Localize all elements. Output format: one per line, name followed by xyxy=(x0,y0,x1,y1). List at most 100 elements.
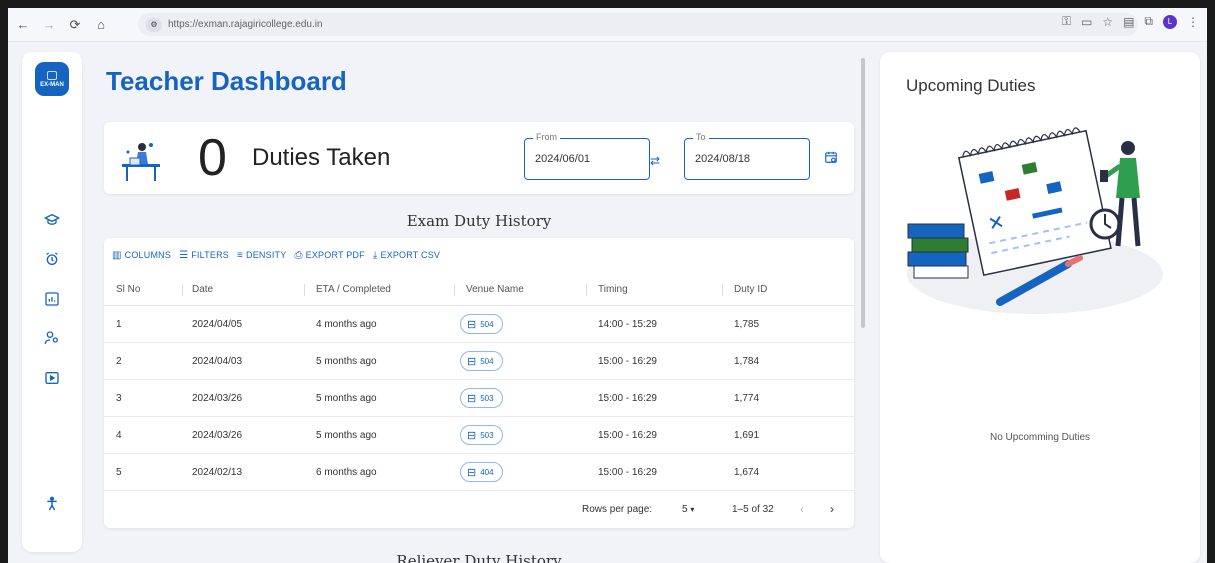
site-info-icon[interactable]: ⚙ xyxy=(146,17,162,32)
table-header: Sl No Date ETA / Completed Venue Name Ti… xyxy=(104,274,854,306)
back-icon[interactable]: ← xyxy=(12,14,34,36)
bar-chart-icon[interactable] xyxy=(42,289,62,309)
cell-sl-no: 2 xyxy=(116,355,122,367)
teacher-desk-illustration-icon xyxy=(122,143,160,181)
logo-mark-icon xyxy=(47,70,57,80)
reader-icon[interactable]: ▤ xyxy=(1123,15,1134,29)
cell-duty-id: 1,784 xyxy=(734,355,760,367)
extensions-icon[interactable]: ⧉ xyxy=(1144,14,1153,29)
cell-sl-no: 3 xyxy=(116,392,122,404)
cell-timing: 14:00 - 15:29 xyxy=(598,318,657,330)
printer-icon: ⎙ xyxy=(294,249,303,261)
header-sl-no[interactable]: Sl No xyxy=(116,274,140,305)
density-button[interactable]: ≡ DENSITY xyxy=(237,250,286,261)
forward-icon[interactable]: → xyxy=(38,14,60,36)
table-row[interactable]: 4 2024/03/26 5 months ago ⊟ 503 15:00 - 1… xyxy=(104,417,854,454)
address-bar[interactable]: ⚙ https://exman.rajagiricollege.edu.in xyxy=(138,13,1138,36)
columns-button[interactable]: ▥ COLUMNS xyxy=(112,250,171,261)
cell-venue: ⊟ 503 xyxy=(460,417,503,453)
to-date-value: 2024/08/18 xyxy=(695,153,751,165)
venue-chip[interactable]: ⊟ 503 xyxy=(460,388,503,408)
page-range: 1–5 of 32 xyxy=(732,504,774,515)
cell-venue: ⊟ 404 xyxy=(460,454,503,490)
cell-timing: 15:00 - 16:29 xyxy=(598,355,657,367)
from-date-label: From xyxy=(533,132,560,142)
exam-duty-history-title: Exam Duty History xyxy=(406,212,552,230)
building-icon: ⊟ xyxy=(467,392,477,405)
table-row[interactable]: 3 2024/03/26 5 months ago ⊟ 503 15:00 - 1… xyxy=(104,380,854,417)
cell-timing: 15:00 - 16:29 xyxy=(598,466,657,478)
export-pdf-button[interactable]: ⎙ EXPORT PDF xyxy=(294,250,364,261)
upcoming-duties-panel: Upcoming Duties No Upcomming Duties xyxy=(880,52,1200,563)
table-body: 1 2024/04/05 4 months ago ⊟ 504 14:00 - 1… xyxy=(104,306,854,491)
building-icon: ⊟ xyxy=(467,355,477,368)
duty-label: Duties Taken xyxy=(252,144,391,171)
previous-page-icon[interactable]: ‹ xyxy=(800,502,804,516)
table-row[interactable]: 5 2024/02/13 6 months ago ⊟ 404 15:00 - 1… xyxy=(104,454,854,491)
table-row[interactable]: 1 2024/04/05 4 months ago ⊟ 504 14:00 - 1… xyxy=(104,306,854,343)
no-upcoming-duties-text: No Upcomming Duties xyxy=(989,432,1091,443)
next-page-icon[interactable]: › xyxy=(830,502,834,516)
cell-eta: 6 months ago xyxy=(316,466,377,478)
cell-sl-no: 1 xyxy=(116,318,122,330)
from-date-value: 2024/06/01 xyxy=(535,153,591,165)
header-venue[interactable]: Venue Name xyxy=(466,274,524,305)
alarm-icon[interactable] xyxy=(42,249,62,269)
calendar-reset-icon[interactable] xyxy=(824,150,838,167)
graduation-cap-icon[interactable] xyxy=(42,210,62,230)
star-icon[interactable]: ☆ xyxy=(1102,15,1113,29)
filters-button[interactable]: ☰ FILTERS xyxy=(179,250,229,261)
download-icon: ⤓ xyxy=(372,249,378,261)
venue-chip[interactable]: ⊟ 504 xyxy=(460,314,503,334)
reload-icon[interactable]: ⟳ xyxy=(64,14,86,36)
header-timing[interactable]: Timing xyxy=(598,274,628,305)
cell-venue: ⊟ 503 xyxy=(460,380,503,416)
menu-icon[interactable]: ⋮ xyxy=(1187,15,1199,29)
cell-date: 2024/04/03 xyxy=(192,355,243,367)
cell-timing: 15:00 - 16:29 xyxy=(598,392,657,404)
density-icon: ≡ xyxy=(236,249,244,261)
logo-text: EX-MAN xyxy=(40,81,64,88)
profile-avatar[interactable]: L xyxy=(1163,14,1177,29)
accessibility-icon[interactable] xyxy=(42,494,62,514)
column-separator[interactable] xyxy=(304,284,305,296)
header-eta[interactable]: ETA / Completed xyxy=(316,274,391,305)
exam-duty-table: ▥ COLUMNS ☰ FILTERS ≡ DENSITY ⎙ EXPORT PDF ⤓… xyxy=(104,238,854,528)
people-icon[interactable] xyxy=(42,328,62,348)
scroll-thumb[interactable] xyxy=(861,58,865,328)
column-separator[interactable] xyxy=(454,284,455,296)
building-icon: ⊟ xyxy=(467,318,477,331)
column-separator[interactable] xyxy=(182,284,183,296)
to-date-field[interactable]: To 2024/08/18 xyxy=(684,132,810,180)
cell-sl-no: 4 xyxy=(116,429,122,441)
building-icon: ⊟ xyxy=(467,429,477,442)
key-icon[interactable]: ⚿ xyxy=(1062,14,1071,29)
cell-eta: 5 months ago xyxy=(316,429,377,441)
venue-chip[interactable]: ⊟ 404 xyxy=(460,462,503,482)
browser-window: ← → ⟳ ⌂ ⚙ https://exman.rajagiricollege.… xyxy=(8,8,1207,563)
table-row[interactable]: 2 2024/04/03 5 months ago ⊟ 504 15:00 - 1… xyxy=(104,343,854,380)
rows-per-page-select[interactable]: 5 ▾ xyxy=(682,504,694,515)
home-icon[interactable]: ⌂ xyxy=(90,14,112,36)
header-duty-id[interactable]: Duty ID xyxy=(734,274,767,305)
play-icon[interactable] xyxy=(42,368,62,388)
from-date-field[interactable]: From 2024/06/01 xyxy=(524,132,650,180)
app-logo[interactable]: EX-MAN xyxy=(35,62,69,96)
cell-date: 2024/04/05 xyxy=(192,318,243,330)
column-separator[interactable] xyxy=(586,284,587,296)
export-csv-button[interactable]: ⤓ EXPORT CSV xyxy=(373,250,440,261)
cell-duty-id: 1,691 xyxy=(734,429,760,441)
main-scrollbar[interactable] xyxy=(860,52,866,563)
column-separator[interactable] xyxy=(722,284,723,296)
browser-actions: ⚿ ▭ ☆ ▤ ⧉ L ⋮ xyxy=(1062,14,1199,29)
calendar-books-illustration-icon xyxy=(907,127,1163,314)
venue-chip[interactable]: ⊟ 503 xyxy=(460,425,503,445)
venue-chip[interactable]: ⊟ 504 xyxy=(460,351,503,371)
cell-date: 2024/02/13 xyxy=(192,466,243,478)
cast-icon[interactable]: ▭ xyxy=(1081,15,1092,29)
reliever-duty-history-title: Reliever Duty History xyxy=(396,552,562,563)
cell-venue: ⊟ 504 xyxy=(460,343,503,379)
cell-venue: ⊟ 504 xyxy=(460,306,503,342)
header-date[interactable]: Date xyxy=(192,274,213,305)
main-content: Teacher Dashboard 0 Duties Taken From 20… xyxy=(94,52,864,563)
